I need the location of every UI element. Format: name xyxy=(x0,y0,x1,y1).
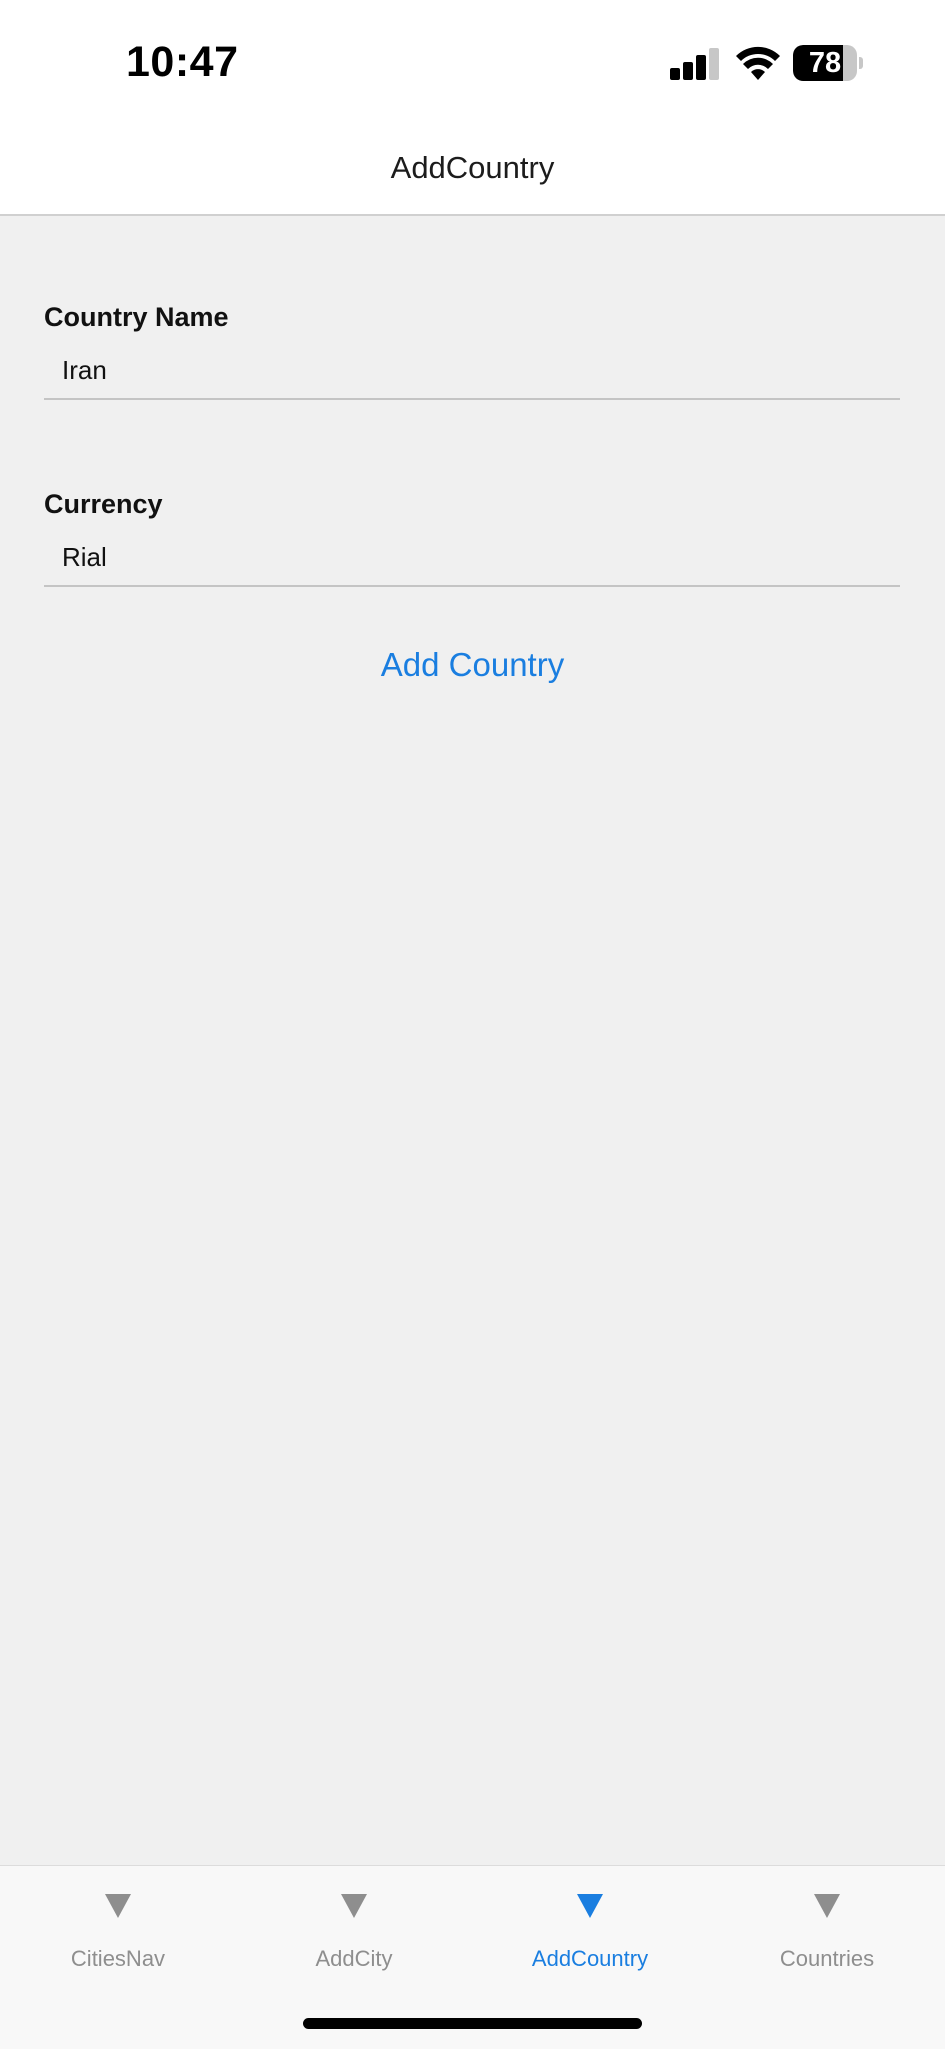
tab-countries[interactable]: Countries xyxy=(709,1866,945,1984)
tab-label: CitiesNav xyxy=(70,1946,166,1971)
add-country-button[interactable]: Add Country xyxy=(273,645,673,685)
battery-level: 78 xyxy=(808,47,842,79)
triangle-down-icon xyxy=(341,1894,367,1918)
signal-icon xyxy=(670,48,720,80)
currency-label: Currency xyxy=(44,489,163,519)
home-indicator xyxy=(303,2018,642,2029)
country-name-field[interactable] xyxy=(44,342,900,400)
tab-label: AddCountry xyxy=(531,1946,649,1971)
triangle-down-icon xyxy=(105,1894,131,1918)
wifi-icon xyxy=(736,46,780,80)
triangle-down-icon xyxy=(577,1894,603,1918)
triangle-down-icon xyxy=(814,1894,840,1918)
tab-label: Countries xyxy=(779,1946,875,1971)
status-time: 10:47 xyxy=(126,38,239,86)
battery-icon: 78 xyxy=(793,45,863,81)
tab-label: AddCity xyxy=(315,1946,393,1971)
page-title: AddCountry xyxy=(390,150,555,185)
tab-citiesnav[interactable]: CitiesNav xyxy=(0,1866,236,1984)
tab-addcountry[interactable]: AddCountry xyxy=(472,1866,708,1984)
tab-addcity[interactable]: AddCity xyxy=(236,1866,472,1984)
navigation-bar: AddCountry xyxy=(0,118,945,216)
status-bar: 10:47 78 xyxy=(0,0,945,118)
currency-field[interactable] xyxy=(44,529,900,587)
country-name-label: Country Name xyxy=(44,302,229,332)
